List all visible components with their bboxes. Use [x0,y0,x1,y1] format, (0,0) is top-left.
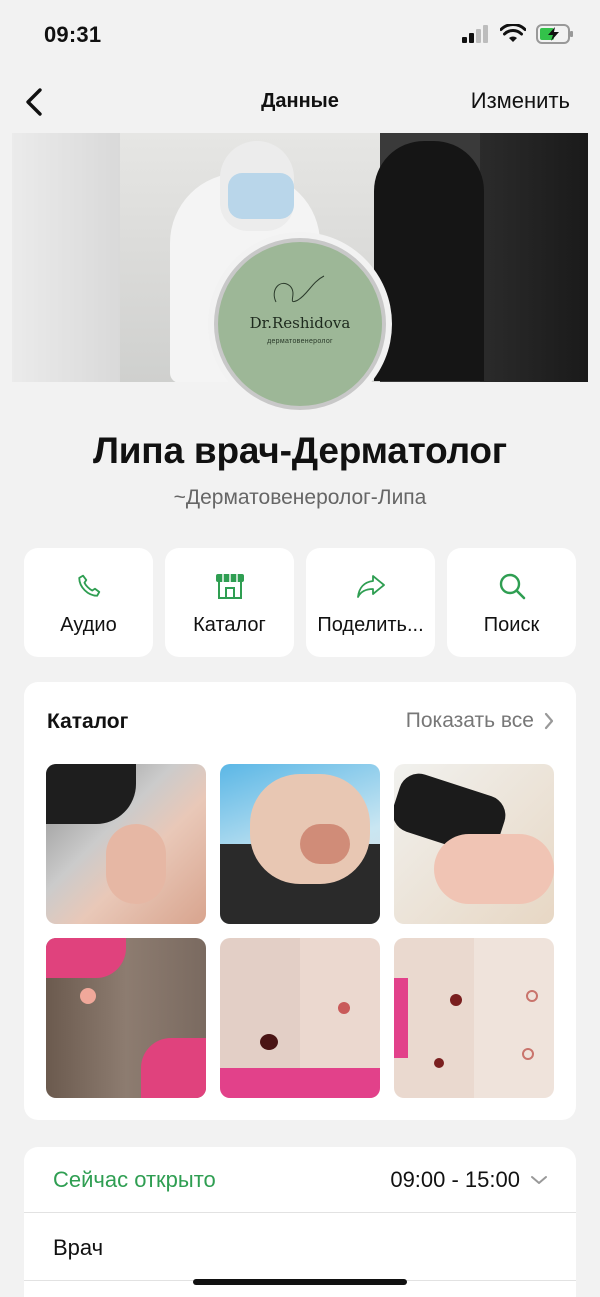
chevron-right-icon [544,712,554,730]
nav-bar: Данные Изменить [0,72,600,132]
avatar-brand: Dr.Reshidova [249,313,351,332]
catalog-item-image[interactable] [46,938,206,1098]
catalog-item-image[interactable] [220,764,380,924]
action-label: Каталог [193,614,266,636]
profile-subtitle: ~Дерматовенеролог-Липа [173,486,427,509]
store-icon [215,574,244,599]
signature-scribble [273,275,325,303]
home-indicator[interactable] [193,1279,407,1285]
business-hours-section: Сейчас открыто 09:00 - 15:00 Врач [24,1147,576,1297]
catalog-button[interactable]: Каталог [165,548,294,657]
action-label: Поиск [483,614,540,636]
business-type-row: Врач [24,1213,576,1281]
catalog-item-image[interactable] [394,764,554,924]
cellular-signal-icon [462,25,488,43]
status-time: 09:31 [44,22,102,47]
action-label: Аудио [60,614,117,636]
wifi-icon [500,24,526,42]
share-button[interactable]: Поделить... [306,548,435,657]
profile-name: Липа врач-Дерматолог [92,430,508,471]
catalog-item-image[interactable] [46,764,206,924]
chevron-down-icon [531,1176,547,1184]
business-type: Врач [53,1235,104,1260]
show-all-label: Показать все [405,709,534,732]
action-buttons: Аудио Каталог Поделить... Поиск [24,548,576,657]
catalog-item-image[interactable] [220,938,380,1098]
open-status: Сейчас открыто [53,1167,216,1192]
hours-row[interactable]: Сейчас открыто 09:00 - 15:00 [24,1147,576,1213]
status-bar: 09:31 [0,0,600,72]
catalog-title: Каталог [47,710,129,733]
show-all-link[interactable]: Показать все [406,709,554,733]
avatar-subtitle: дерматовенеролог [267,337,333,345]
search-icon [499,573,525,600]
hours-value: 09:00 - 15:00 [390,1167,548,1193]
catalog-item-image[interactable] [394,938,554,1098]
catalog-section: Каталог Показать все [24,682,576,1120]
search-button[interactable]: Поиск [447,548,576,657]
status-icons [462,24,574,44]
edit-button[interactable]: Изменить [471,88,570,114]
battery-charging-icon [536,24,573,44]
phone-icon [77,574,100,597]
action-label: Поделить... [317,614,424,636]
audio-call-button[interactable]: Аудио [24,548,153,657]
hours-time: 09:00 - 15:00 [390,1167,520,1192]
share-icon [356,575,385,598]
avatar: Dr.Reshidova дерматовенеролог [214,238,386,410]
profile-avatar[interactable]: Dr.Reshidova дерматовенеролог [208,232,392,416]
catalog-grid [46,764,554,1098]
